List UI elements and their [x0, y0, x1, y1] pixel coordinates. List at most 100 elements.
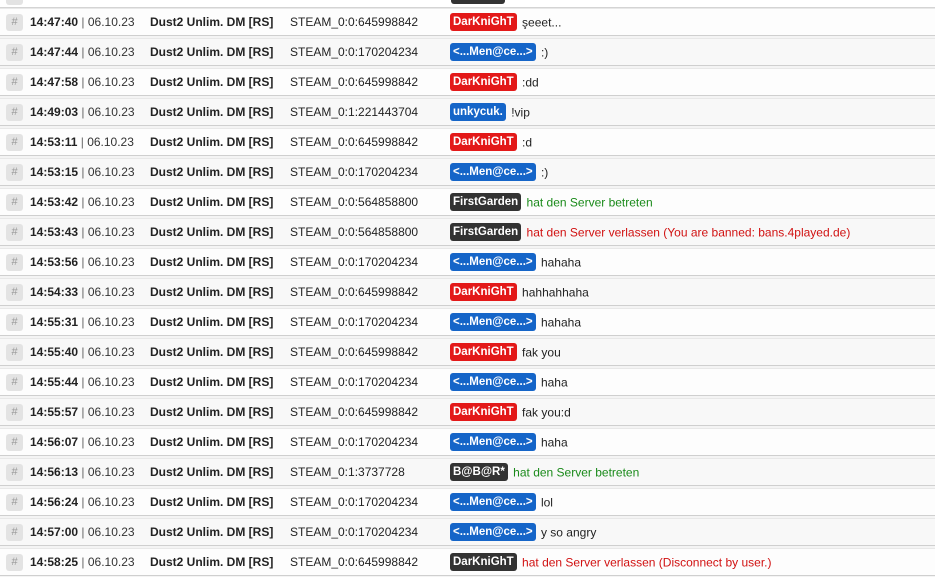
hash-icon[interactable]: #: [6, 44, 23, 61]
message-text: !vip: [511, 105, 530, 120]
server-name: Dust2 Unlim. DM [RS]: [150, 45, 274, 59]
player-badge[interactable]: FirstGarden: [450, 222, 522, 241]
server-name: Dust2 Unlim. DM [RS]: [150, 525, 274, 539]
hash-icon[interactable]: #: [6, 374, 23, 391]
time: 14:54:33: [30, 285, 79, 299]
log-row: #14:47:58 | 06.10.23 Dust2 Unlim. DM [RS]…: [0, 68, 935, 96]
hash-icon[interactable]: #: [6, 344, 23, 361]
separator: |: [81, 285, 85, 299]
hash-icon[interactable]: #: [6, 134, 23, 151]
separator: |: [81, 375, 85, 389]
message-cell: <...Men@ce...> hahaha: [450, 309, 581, 336]
server-name: Dust2 Unlim. DM [RS]: [150, 135, 274, 149]
player-badge[interactable]: <...Men@ce...>: [450, 372, 536, 391]
time: 14:55:44: [30, 375, 79, 389]
message-text: :d: [522, 135, 533, 150]
separator: |: [81, 465, 85, 479]
player-badge[interactable]: unkycuk.: [450, 102, 506, 121]
hash-icon[interactable]: #: [6, 434, 23, 451]
date: 06.10.23: [87, 135, 134, 149]
timestamp: 14:55:44 | 06.10.23: [30, 369, 135, 396]
player-badge[interactable]: <...Men@ce...>: [450, 432, 536, 451]
message-cell: <...Men@ce...> :): [450, 39, 548, 66]
timestamp: 14:55:57 | 06.10.23: [30, 399, 135, 426]
message-text: fak you:d: [522, 405, 571, 420]
player-badge[interactable]: DarKniGhT: [450, 402, 517, 421]
steam-id: STEAM_0:0:170204234: [290, 525, 419, 539]
message-cell: <...Men@ce...> y so angry: [450, 519, 596, 546]
steam-id: STEAM_0:0:170204234: [290, 45, 419, 59]
time: 14:53:15: [30, 165, 79, 179]
player-badge[interactable]: DarKniGhT: [450, 282, 517, 301]
hash-icon[interactable]: #: [6, 464, 23, 481]
server-name: Dust2 Unlim. DM [RS]: [150, 435, 274, 449]
player-badge[interactable]: FirstGarden: [450, 192, 522, 211]
date: 06.10.23: [87, 555, 135, 569]
hash-icon[interactable]: #: [6, 254, 23, 271]
date: 06.10.23: [87, 375, 135, 389]
player-badge[interactable]: DarKniGhT: [450, 132, 517, 151]
log-row: #14:56:13 | 06.10.23 Dust2 Unlim. DM [RS]…: [0, 458, 935, 486]
steam-id: STEAM_0:0:645998842: [290, 555, 419, 569]
timestamp: 14:47:40 | 06.10.23: [30, 9, 135, 36]
player-badge[interactable]: B@B@R*: [450, 462, 508, 481]
date: 06.10.23: [87, 405, 135, 419]
time: 14:47:40: [30, 15, 79, 29]
steam-id: STEAM_0:0:564858800: [290, 195, 419, 209]
player-badge[interactable]: DarKniGhT: [450, 72, 517, 91]
message-cell: DarKniGhT fak you: [450, 339, 561, 366]
steam-id: STEAM_0:0:170204234: [290, 315, 419, 329]
message-text: :dd: [522, 75, 539, 90]
player-badge[interactable]: DarKniGhT: [450, 552, 517, 571]
log-row: #14:53:43 | 06.10.23 Dust2 Unlim. DM [RS]…: [0, 218, 935, 246]
message-text: hahaha: [540, 255, 581, 270]
date: 06.10.23: [87, 45, 135, 59]
steam-id: STEAM_0:1:221443704: [290, 105, 419, 119]
time: 14:55:57: [30, 405, 79, 419]
server-name: Dust2 Unlim. DM [RS]: [150, 405, 274, 419]
hash-icon[interactable]: #: [6, 224, 23, 241]
timestamp: 14:53:56 | 06.10.23: [30, 249, 135, 276]
message-text: haha: [540, 375, 568, 390]
hash-icon: [6, 0, 23, 5]
player-badge[interactable]: DarKniGhT: [450, 342, 517, 361]
player-badge[interactable]: <...Men@ce...>: [450, 162, 536, 181]
hash-icon[interactable]: #: [6, 314, 23, 331]
player-badge[interactable]: <...Men@ce...>: [450, 252, 536, 271]
time: 14:47:58: [30, 75, 79, 89]
log-row: #14:56:07 | 06.10.23 Dust2 Unlim. DM [RS]…: [0, 428, 935, 456]
log-row: #14:53:15 | 06.10.23 Dust2 Unlim. DM [RS]…: [0, 158, 935, 186]
steam-id: STEAM_0:0:645998842: [290, 75, 419, 89]
server-name: Dust2 Unlim. DM [RS]: [150, 285, 274, 299]
hash-icon[interactable]: #: [6, 284, 23, 301]
hash-icon[interactable]: #: [6, 404, 23, 421]
log-row: #14:56:24 | 06.10.23 Dust2 Unlim. DM [RS]…: [0, 488, 935, 516]
player-badge[interactable]: <...Men@ce...>: [450, 42, 536, 61]
hash-icon[interactable]: #: [6, 494, 23, 511]
message-cell: DarKniGhT hahhahhaha: [450, 279, 589, 306]
hash-icon[interactable]: #: [6, 14, 23, 31]
player-badge[interactable]: <...Men@ce...>: [450, 522, 536, 541]
server-name: Dust2 Unlim. DM [RS]: [150, 105, 274, 119]
date: 06.10.23: [87, 525, 135, 539]
hash-icon[interactable]: #: [6, 524, 23, 541]
message-cell: <...Men@ce...> :): [450, 159, 548, 186]
player-badge[interactable]: <...Men@ce...>: [450, 312, 536, 331]
log-row: #14:47:44 | 06.10.23 Dust2 Unlim. DM [RS]…: [0, 38, 935, 66]
hash-icon[interactable]: #: [6, 104, 23, 121]
hash-icon[interactable]: #: [6, 74, 23, 91]
message-text: fak you: [522, 345, 561, 360]
steam-id: STEAM_0:0:645998842: [290, 345, 419, 359]
player-badge[interactable]: <...Men@ce...>: [450, 492, 536, 511]
player-badge[interactable]: DarKniGhT: [450, 12, 517, 31]
hash-icon[interactable]: #: [6, 164, 23, 181]
timestamp: 14:47:44 | 06.10.23: [30, 39, 135, 66]
separator: |: [81, 345, 85, 359]
timestamp: 14:56:07 | 06.10.23: [30, 429, 135, 456]
log-row: #14:53:11 | 06.10.23 Dust2 Unlim. DM [RS]…: [0, 128, 935, 156]
separator: |: [81, 225, 85, 239]
message-cell: FirstGarden hat den Server betreten: [450, 189, 653, 216]
hash-icon[interactable]: #: [6, 554, 23, 571]
log-row: #14:55:31 | 06.10.23 Dust2 Unlim. DM [RS]…: [0, 308, 935, 336]
hash-icon[interactable]: #: [6, 194, 23, 211]
